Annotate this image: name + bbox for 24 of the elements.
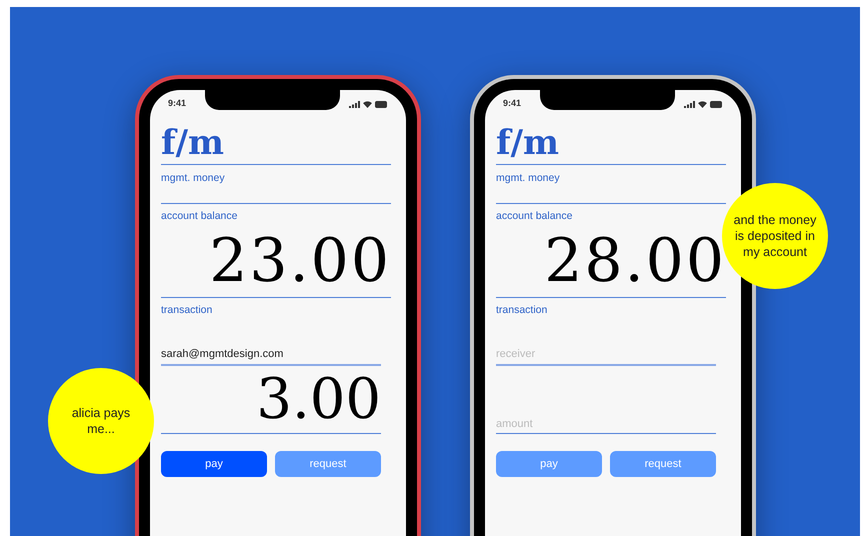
balance-amount: 23.00	[209, 230, 391, 297]
battery-icon	[375, 100, 388, 108]
section-label: account balance	[496, 209, 574, 224]
status-time: 9:41	[168, 97, 186, 110]
amount-field[interactable]: amount	[496, 414, 716, 434]
battery-icon	[710, 100, 723, 108]
receiver-field[interactable]: sarah@mgmtdesign.com	[161, 346, 381, 366]
callout-bubble: alicia pays me...	[48, 368, 154, 474]
action-button[interactable]: pay	[161, 451, 267, 477]
callout-bubble: and the money is deposited in my account	[722, 183, 828, 289]
wifi-icon	[698, 100, 707, 108]
app-logo: f/m	[496, 124, 560, 164]
wifi-icon	[363, 100, 372, 108]
signal-icon	[684, 100, 695, 108]
receiver-field[interactable]: receiver	[496, 346, 716, 366]
section-label: transaction	[496, 302, 548, 318]
section-label: transaction	[161, 302, 214, 318]
section-label: account balance	[161, 209, 238, 224]
amount-field[interactable]: 3.00	[161, 366, 381, 434]
status-time: 9:41	[503, 97, 522, 110]
app-name: mgmt. money	[161, 171, 226, 186]
app-name: mgmt. money	[496, 171, 561, 186]
app-logo: f/m	[161, 124, 226, 164]
signal-icon	[349, 100, 360, 108]
